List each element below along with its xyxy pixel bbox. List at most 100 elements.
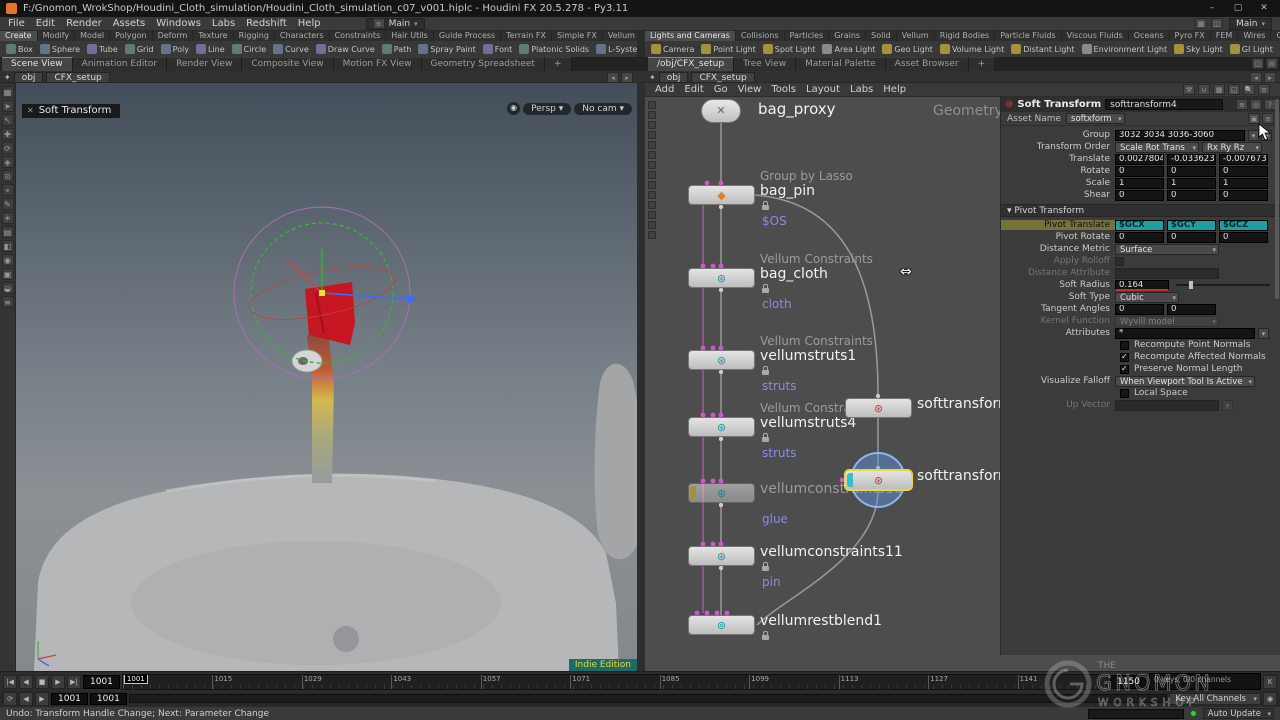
- shear-z-field[interactable]: 0: [1219, 190, 1268, 201]
- visualize-falloff-dropdown[interactable]: When Viewport Tool Is Active: [1115, 376, 1255, 387]
- jump-end-button[interactable]: ▶|: [67, 675, 81, 689]
- translate-z-field[interactable]: -0.00767318: [1219, 154, 1268, 165]
- breadcrumb-root[interactable]: obj: [14, 72, 44, 83]
- pin-icon[interactable]: ✦: [4, 73, 11, 82]
- shelf-tab[interactable]: Oceans: [1129, 31, 1170, 41]
- network-menu-item[interactable]: Go: [714, 84, 728, 95]
- key-tool-icon[interactable]: ✎: [2, 198, 14, 210]
- light-tool-icon[interactable]: ◧: [2, 240, 14, 252]
- shelf-tab[interactable]: Grains: [829, 31, 866, 41]
- stop-button[interactable]: ■: [35, 675, 49, 689]
- display-flag[interactable]: [847, 473, 853, 487]
- pane-tab[interactable]: Render View: [167, 57, 242, 71]
- attributes-dropdown-icon[interactable]: ▾: [1258, 328, 1269, 339]
- pane-tab[interactable]: Scene View: [2, 57, 73, 71]
- menu-item[interactable]: Render: [66, 18, 102, 29]
- forward-icon[interactable]: ▸: [1264, 72, 1276, 83]
- desktop-selector[interactable]: ≡Main▾: [366, 18, 425, 30]
- menu-icon[interactable]: ≡: [1262, 113, 1274, 124]
- range-slider[interactable]: [129, 694, 1168, 703]
- node-vellumstruts4[interactable]: ⊛: [688, 417, 755, 437]
- render-tool-icon[interactable]: ☀: [2, 212, 14, 224]
- kernel-function-dropdown[interactable]: Wyvill model: [1115, 316, 1219, 327]
- bypass-flag[interactable]: [690, 486, 696, 500]
- pivot-rotate-x-field[interactable]: 0: [1115, 232, 1164, 243]
- settings-icon[interactable]: ≡: [1258, 84, 1270, 95]
- shelf-tool[interactable]: Poly: [158, 42, 192, 56]
- soft-type-dropdown[interactable]: Cubic: [1115, 292, 1179, 303]
- rotate-x-field[interactable]: 0: [1115, 166, 1164, 177]
- breadcrumb-current[interactable]: CFX_setup: [46, 72, 109, 83]
- layout-icon[interactable]: ▦: [1195, 18, 1207, 29]
- key-all-channels-dropdown[interactable]: Key All Channels: [1169, 693, 1261, 705]
- shelf-tool[interactable]: Area Light: [819, 42, 878, 56]
- rotate-tool-icon[interactable]: ⟳: [2, 142, 14, 154]
- node-vellumconstraints10[interactable]: ⊛: [688, 483, 755, 503]
- local-space-checkbox[interactable]: [1120, 389, 1129, 398]
- shelf-tool[interactable]: Platonic Solids: [516, 42, 592, 56]
- camera-mode-pill[interactable]: Persp ▾: [523, 103, 571, 115]
- close-state-icon[interactable]: ✕: [27, 106, 34, 115]
- menu-item[interactable]: Windows: [156, 18, 201, 29]
- maximize-button[interactable]: ▢: [1228, 2, 1248, 15]
- node-bag-cloth[interactable]: ⊛: [688, 268, 755, 288]
- shelf-tab[interactable]: Wires: [1238, 31, 1271, 41]
- rotate-z-field[interactable]: 0: [1219, 166, 1268, 177]
- desktop-menu[interactable]: Main▾: [1229, 18, 1272, 30]
- shelf-tab[interactable]: Simple FX: [552, 31, 603, 41]
- shelf-tool[interactable]: Circle: [229, 42, 269, 56]
- shelf-tab[interactable]: Modify: [38, 31, 76, 41]
- shelf-tab[interactable]: Hair Utils: [386, 31, 434, 41]
- material-tool-icon[interactable]: ▤: [2, 226, 14, 238]
- pane-tab[interactable]: Asset Browser: [886, 57, 969, 71]
- magnet-icon[interactable]: ∪: [1198, 84, 1210, 95]
- menu-item[interactable]: File: [8, 18, 25, 29]
- shelf-tab[interactable]: Texture: [193, 31, 233, 41]
- range-start-field[interactable]: 1001: [51, 693, 88, 705]
- pose-tool-icon[interactable]: ⊙: [2, 170, 14, 182]
- node-bag-pin[interactable]: ◆: [688, 185, 755, 205]
- shelf-tool[interactable]: Tube: [84, 42, 121, 56]
- network-menu-item[interactable]: Labs: [850, 84, 873, 95]
- pane-tab[interactable]: Motion FX View: [334, 57, 422, 71]
- node-vellumconstraints11[interactable]: ⊛: [688, 546, 755, 566]
- shelf-tool[interactable]: L-System: [593, 42, 637, 56]
- shelf-tab[interactable]: Vellum: [897, 31, 935, 41]
- pane-tab[interactable]: Animation Editor: [73, 57, 167, 71]
- end-frame-field[interactable]: 1150: [1110, 675, 1147, 689]
- group-field[interactable]: 3032 3034 3036-3060: [1115, 130, 1245, 141]
- shelf-tab[interactable]: Lights and Cameras: [645, 31, 736, 41]
- group-select-icon[interactable]: ➤: [1261, 130, 1272, 141]
- view-tool-icon[interactable]: ➤: [2, 100, 14, 112]
- network-breadcrumb-root[interactable]: obj: [659, 72, 689, 83]
- back-icon[interactable]: ◂: [1250, 72, 1262, 83]
- translate-y-field[interactable]: -0.0336232: [1167, 154, 1216, 165]
- camera-menu-pill[interactable]: No cam ▾: [574, 103, 632, 115]
- shelf-tool[interactable]: Volume Light: [937, 42, 1007, 56]
- scale-y-field[interactable]: 1: [1167, 178, 1216, 189]
- shelf-tab[interactable]: Constraints: [330, 31, 387, 41]
- network-menu-item[interactable]: Help: [883, 84, 906, 95]
- snapshot-icon[interactable]: ◉: [507, 102, 520, 115]
- shelf-tool[interactable]: Distant Light: [1008, 42, 1077, 56]
- shelf-tab[interactable]: Terrain FX: [501, 31, 552, 41]
- overview-icon[interactable]: ◱: [1228, 84, 1240, 95]
- tangent-angle-b-field[interactable]: 0: [1167, 304, 1216, 315]
- shelf-tool[interactable]: GI Light: [1227, 42, 1276, 56]
- zoom-icon[interactable]: 🔍: [1243, 84, 1255, 95]
- shelf-tab[interactable]: Create: [0, 31, 38, 41]
- pin-icon[interactable]: ✦: [649, 73, 656, 82]
- prev-frame-button[interactable]: ◀: [19, 675, 33, 689]
- shelf-tool[interactable]: Point Light: [698, 42, 758, 56]
- snap-tool-icon[interactable]: ⌖: [2, 184, 14, 196]
- playback-start-field[interactable]: 1001: [90, 693, 127, 705]
- pane-grip-icon[interactable]: ▦: [2, 86, 14, 98]
- minimize-button[interactable]: –: [1202, 2, 1222, 15]
- shelf-tool[interactable]: Environment Light: [1079, 42, 1171, 56]
- shelf-tab[interactable]: Guide Process: [434, 31, 501, 41]
- apply-rolloff-checkbox[interactable]: [1115, 257, 1124, 266]
- forward-icon[interactable]: ▸: [621, 72, 633, 83]
- recompute-point-normals-checkbox[interactable]: [1120, 341, 1129, 350]
- shelf-tab[interactable]: Particle Fluids: [995, 31, 1061, 41]
- shelf-tool[interactable]: Spray Paint: [415, 42, 478, 56]
